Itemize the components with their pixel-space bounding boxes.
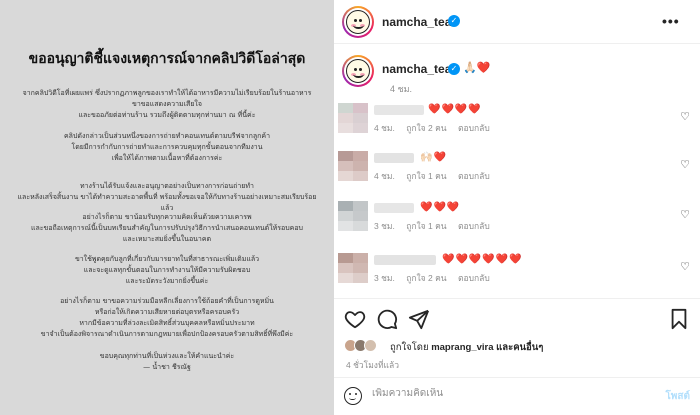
comment-text: ❤️❤️❤️❤️❤️❤️ xyxy=(442,254,523,265)
comment-item: 🙌🏻❤️ 4 ชม. ถูกใจ 1 คน ตอบกลับ ♡ xyxy=(334,151,700,193)
actions-divider xyxy=(334,298,700,299)
post-image-line: หรือก่อให้เกิดความเสียหายต่อบุตรหรือครอบ… xyxy=(94,308,240,316)
comment-username-blurred[interactable] xyxy=(374,255,436,265)
post-image-line: อย่างไรก็ตาม ขาน้อมรับทุกความคิดเห็นด้วย… xyxy=(82,213,252,221)
post-image-line: ทางร้านได้รับแจ้งและอนุญาตอย่างเป็นทางกา… xyxy=(80,182,254,190)
post-image-line: หากมีข้อความที่ล่วงละเมิดสิทธิ์ส่วนบุคคล… xyxy=(79,319,255,327)
likes-prefix: ถูกใจโดย xyxy=(390,342,429,353)
caption-avatar[interactable] xyxy=(342,55,374,87)
comment-reply-button[interactable]: ตอบกลับ xyxy=(458,123,490,133)
post-image-line: จากคลิปวิดีโอที่เผยแพร่ ซึ่งปรากฏภาพลูกข… xyxy=(22,89,312,97)
post-image-line: และขอถือเหตุการณ์นี้เป็นบทเรียนสำคัญในกา… xyxy=(30,224,303,232)
emoji-icon[interactable] xyxy=(344,387,362,405)
post-image-line: และขออภัยต่อท่านร้าน รวมถึงผู้ติดตามทุกท… xyxy=(78,111,256,119)
post-image-paragraph: ทางร้านได้รับแจ้งและอนุญาตอย่างเป็นทางกา… xyxy=(12,181,322,214)
post-image-paragraph: อย่างไรก็ตาม ขาน้อมรับทุกความคิดเห็นด้วย… xyxy=(12,212,322,245)
comment-like-heart-icon[interactable]: ♡ xyxy=(680,260,690,273)
post-image-line: — น้ำชา ชีรณัฐ xyxy=(143,363,191,371)
comment-avatar[interactable] xyxy=(338,103,368,133)
post-image-line: และหลังเสร็จสิ้นงาน ขาได้ทำความสะอาดพื้น… xyxy=(17,193,317,212)
post-image-paragraph: อย่างไรก็ตาม ขาขอความร่วมมือหลีกเลี่ยงกา… xyxy=(12,296,322,340)
header-username[interactable]: namcha_tea xyxy=(382,15,451,29)
comment-text: ❤️❤️❤️ xyxy=(420,202,461,213)
comment-text: ❤️❤️❤️❤️ xyxy=(428,104,482,115)
comment-meta: 3 ชม. ถูกใจ 1 คน ตอบกลับ xyxy=(374,219,499,233)
comment-like-heart-icon[interactable]: ♡ xyxy=(680,158,690,171)
comment-icon[interactable] xyxy=(376,308,398,330)
liker-avatar xyxy=(364,339,377,352)
post-image-line: และจะดูแลทุกขั้นตอนในการทำงานให้มีความรั… xyxy=(83,266,251,274)
bookmark-icon[interactable] xyxy=(668,308,690,330)
header-avatar[interactable] xyxy=(342,6,374,38)
comment-username-blurred[interactable] xyxy=(374,203,414,213)
comment-username-blurred[interactable] xyxy=(374,105,424,115)
comment-time: 3 ชม. xyxy=(374,273,395,283)
heart-icon[interactable] xyxy=(344,308,366,330)
comment-item: ❤️❤️❤️❤️❤️❤️ 3 ชม. ถูกใจ 2 คน ตอบกลับ ♡ xyxy=(334,253,700,295)
comment-time: 3 ชม. xyxy=(374,221,395,231)
post-actions-bar xyxy=(334,308,700,334)
post-image-paragraph: คลิปดังกล่าวเป็นส่วนหนึ่งของการถ่ายทำคอน… xyxy=(12,131,322,164)
comment-reply-button[interactable]: ตอบกลับ xyxy=(458,171,490,181)
comment-reply-button[interactable]: ตอบกลับ xyxy=(458,273,490,283)
post-image-line: ขาขอแสดงความเสียใจ xyxy=(132,100,202,108)
likes-user[interactable]: maprang_vira xyxy=(431,342,493,353)
verified-badge-icon: ✓ xyxy=(448,15,460,27)
comment-time: 4 ชม. xyxy=(374,171,395,181)
post-image-line: โดยมีการกำกับการถ่ายทำและการควบคุมทุกขั้… xyxy=(71,143,263,151)
post-image-line: ขอบคุณทุกท่านที่เป็นห่วงและให้คำแนะนำค่ะ xyxy=(99,352,235,360)
post-image-paragraph: จากคลิปวิดีโอที่เผยแพร่ ซึ่งปรากฏภาพลูกข… xyxy=(12,88,322,121)
comment-avatar[interactable] xyxy=(338,253,368,283)
post-comment-button[interactable]: โพสต์ xyxy=(665,389,690,404)
likes-suffix[interactable]: และคนอื่นๆ xyxy=(496,342,543,353)
comment-meta: 3 ชม. ถูกใจ 2 คน ตอบกลับ xyxy=(374,271,499,285)
likes-text: ถูกใจโดย maprang_vira และคนอื่นๆ xyxy=(390,340,543,355)
post-detail-panel: namcha_tea ✓ ••• namcha_tea ✓ 🙏🏻❤️ 4 ชม.… xyxy=(334,0,700,415)
caption-text: 🙏🏻❤️ xyxy=(463,62,491,74)
comment-meta: 4 ชม. ถูกใจ 2 คน ตอบกลับ xyxy=(374,121,499,135)
more-options-icon[interactable]: ••• xyxy=(662,13,680,29)
comment-text: 🙌🏻❤️ xyxy=(420,152,447,163)
comment-item: ❤️❤️❤️❤️ 4 ชม. ถูกใจ 2 คน ตอบกลับ ♡ xyxy=(334,103,700,145)
comment-like-heart-icon[interactable]: ♡ xyxy=(680,110,690,123)
comment-likes[interactable]: ถูกใจ 1 คน xyxy=(406,171,446,181)
post-image-line: ขาใช้พูดคุยกับลูกที่เกี่ยวกับมารยาทในที่… xyxy=(74,255,260,263)
comment-bar: โพสต์ xyxy=(334,377,700,415)
caption-verified-icon: ✓ xyxy=(448,63,460,75)
post-image-line: และเหมาะสมยิ่งขึ้นในอนาคต xyxy=(122,235,212,243)
comment-reply-button[interactable]: ตอบกลับ xyxy=(458,221,490,231)
share-icon[interactable] xyxy=(408,308,430,330)
post-image-line: และระมัดระวังมากยิ่งขึ้นค่ะ xyxy=(125,277,209,285)
comment-likes[interactable]: ถูกใจ 2 คน xyxy=(406,273,446,283)
comment-likes[interactable]: ถูกใจ 2 คน xyxy=(406,123,446,133)
comment-time: 4 ชม. xyxy=(374,123,395,133)
comment-meta: 4 ชม. ถูกใจ 1 คน ตอบกลับ xyxy=(374,169,499,183)
comment-avatar[interactable] xyxy=(338,201,368,231)
caption-username[interactable]: namcha_tea xyxy=(382,62,451,76)
post-image-paragraph: ขอบคุณทุกท่านที่เป็นห่วงและให้คำแนะนำค่ะ… xyxy=(12,351,322,373)
comment-input[interactable] xyxy=(372,388,622,399)
comment-username-blurred[interactable] xyxy=(374,153,414,163)
post-image-line: เพื่อให้ได้ภาพตามเนื้อหาที่ต้องการค่ะ xyxy=(111,154,223,162)
post-image-title: ขออนุญาติชี้แจงเหตุการณ์จากคลิปวิดีโอล่า… xyxy=(28,51,306,67)
comment-avatar[interactable] xyxy=(338,151,368,181)
comment-item: ❤️❤️❤️ 3 ชม. ถูกใจ 1 คน ตอบกลับ ♡ xyxy=(334,201,700,243)
comment-like-heart-icon[interactable]: ♡ xyxy=(680,208,690,221)
post-image-line: คลิปดังกล่าวเป็นส่วนหนึ่งของการถ่ายทำคอน… xyxy=(63,132,271,140)
post-image-line: อย่างไรก็ตาม ขาขอความร่วมมือหลีกเลี่ยงกา… xyxy=(60,297,274,305)
comment-likes[interactable]: ถูกใจ 1 คน xyxy=(406,221,446,231)
post-timestamp[interactable]: 4 ชั่วโมงที่แล้ว xyxy=(346,358,399,372)
post-header: namcha_tea ✓ ••• xyxy=(334,0,700,44)
post-image[interactable]: ขออนุญาติชี้แจงเหตุการณ์จากคลิปวิดีโอล่า… xyxy=(0,0,334,415)
caption-time: 4 ชม. xyxy=(390,84,413,94)
post-image-paragraph: ขาใช้พูดคุยกับลูกที่เกี่ยวกับมารยาทในที่… xyxy=(12,254,322,287)
likes-summary[interactable]: ถูกใจโดย maprang_vira และคนอื่นๆ xyxy=(344,338,684,354)
post-image-line: ขาจำเป็นต้องพิจารณาดำเนินการตามกฎหมายเพื… xyxy=(40,330,294,338)
